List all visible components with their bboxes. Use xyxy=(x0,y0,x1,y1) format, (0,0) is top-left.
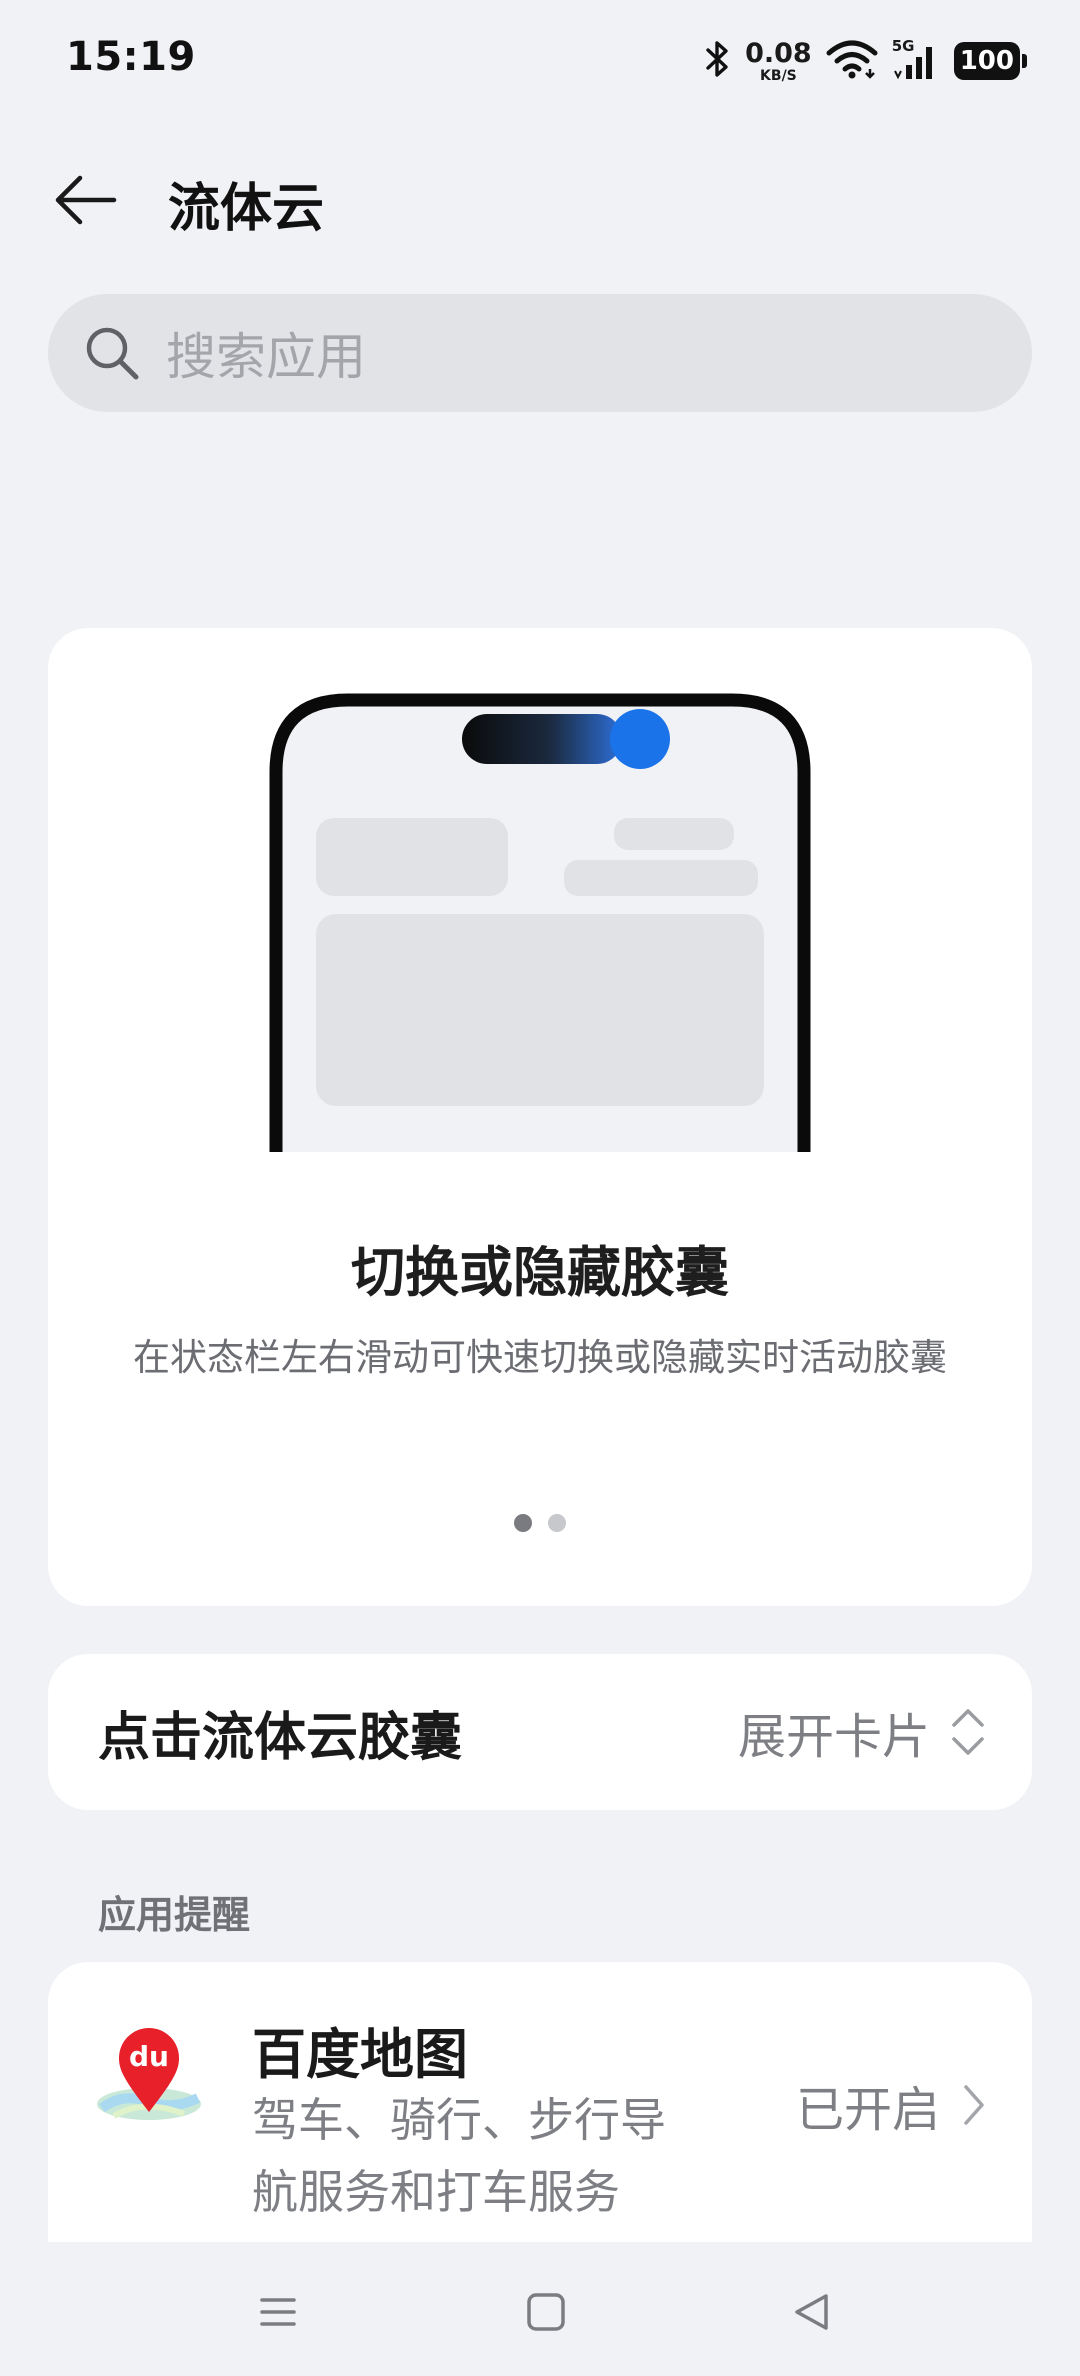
back-button[interactable] xyxy=(40,160,130,240)
search-placeholder: 搜索应用 xyxy=(166,328,366,386)
intro-title: 切换或隐藏胶囊 xyxy=(351,1241,729,1304)
status-icons: 0.08 KB/S 5G 100 xyxy=(705,36,1028,86)
page-dot[interactable] xyxy=(548,1514,566,1532)
menu-icon xyxy=(260,2298,296,2326)
nav-back-button[interactable] xyxy=(782,2282,842,2342)
nav-menu-button[interactable] xyxy=(248,2282,308,2342)
cellular-signal-icon: 5G xyxy=(892,37,940,81)
app-status-value: 已开启 xyxy=(795,2082,940,2138)
app-name: 百度地图 xyxy=(252,2023,468,2086)
battery-icon: 100 xyxy=(953,42,1028,80)
net-speed-value: 0.08 xyxy=(745,37,812,69)
net-speed-unit: KB/S xyxy=(760,67,797,84)
net-speed: 0.08 KB/S xyxy=(745,40,812,83)
capsule-click-setting[interactable]: 点击流体云胶囊 展开卡片 xyxy=(48,1654,1032,1810)
back-triangle-icon xyxy=(795,2294,828,2330)
phone-illustration xyxy=(269,693,811,1152)
system-navigation-bar xyxy=(0,2242,1080,2376)
capsule-click-value: 展开卡片 xyxy=(737,1709,930,1765)
page-dot-active[interactable] xyxy=(514,1514,532,1532)
section-title-app-reminders: 应用提醒 xyxy=(98,1893,251,1937)
bluetooth-icon xyxy=(705,39,731,83)
intro-description: 在状态栏左右滑动可快速切换或隐藏实时活动胶囊 xyxy=(133,1336,947,1379)
arrow-left-icon xyxy=(55,175,117,225)
baidu-map-icon: du xyxy=(97,2028,201,2120)
intro-carousel-card[interactable]: 切换或隐藏胶囊 在状态栏左右滑动可快速切换或隐藏实时活动胶囊 xyxy=(48,628,1032,1606)
search-input[interactable]: 搜索应用 xyxy=(48,294,1032,412)
chevron-right-icon xyxy=(964,2085,984,2125)
search-icon xyxy=(86,327,139,380)
signal-type: 5G xyxy=(891,37,915,55)
baidu-map-icon-text: du xyxy=(129,2040,169,2073)
capsule-click-label: 点击流体云胶囊 xyxy=(98,1707,463,1768)
app-status: 已开启 xyxy=(796,2070,986,2140)
page-title: 流体云 xyxy=(168,179,325,239)
nav-home-button[interactable] xyxy=(516,2282,576,2342)
home-square-icon xyxy=(527,2293,565,2331)
wifi-icon xyxy=(826,39,878,83)
app-description: 驾车、骑行、步行导航服务和打车服务 xyxy=(252,2093,666,2219)
chevron-up-down-icon xyxy=(952,1709,984,1755)
carousel-page-indicator[interactable] xyxy=(48,1514,1032,1532)
app-row-baidu-map[interactable]: du 百度地图 驾车、骑行、步行导航服务和打车服务 已开启 xyxy=(48,1962,1032,2242)
status-time: 15:19 xyxy=(66,34,196,80)
